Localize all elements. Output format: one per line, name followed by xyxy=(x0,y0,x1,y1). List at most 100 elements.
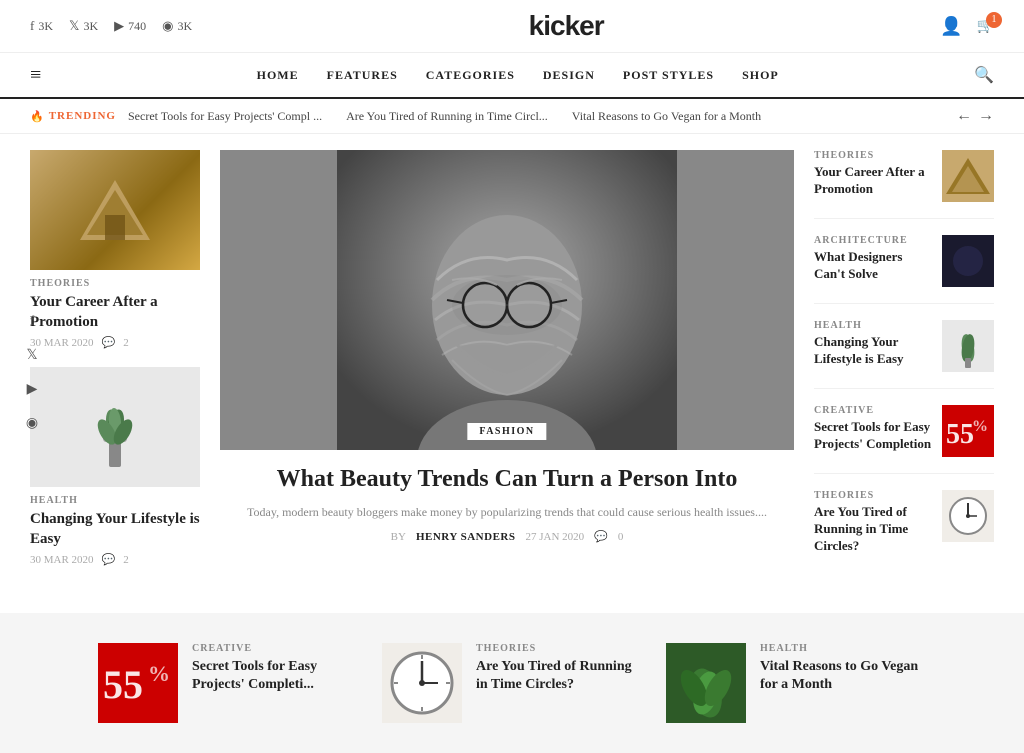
bottom-cards: 55 % CREATIVE Secret Tools for Easy Proj… xyxy=(30,643,994,723)
right-card-1-image xyxy=(942,150,994,202)
right-card-2-image xyxy=(942,235,994,287)
fire-icon: 🔥 xyxy=(30,110,45,123)
social-counts: f 3K 𝕏 3K ▶ 740 ◉ 3K xyxy=(30,18,192,34)
nav-design[interactable]: DESIGN xyxy=(543,68,595,83)
right-card-5-image xyxy=(942,490,994,542)
cart-count: 1 xyxy=(986,12,1002,28)
search-icon[interactable]: 🔍 xyxy=(974,65,994,85)
right-card-4-title[interactable]: Secret Tools for Easy Projects' Completi… xyxy=(814,419,932,453)
ticker-nav: ← → xyxy=(956,107,994,125)
youtube-count-value: 740 xyxy=(128,19,146,34)
right-card-3: HEALTH Changing Your Lifestyle is Easy xyxy=(814,320,994,389)
left-card-2-date: 30 MAR 2020 xyxy=(30,554,94,566)
right-card-1-title[interactable]: Your Career After a Promotion xyxy=(814,164,932,198)
hero-category-tag: FASHION xyxy=(467,423,546,440)
sidebar-instagram-icon[interactable]: ◉ xyxy=(20,412,44,436)
main-nav: ≡ HOME FEATURES CATEGORIES DESIGN POST S… xyxy=(0,53,1024,99)
facebook-count[interactable]: f 3K xyxy=(30,18,53,34)
sidebar-twitter-icon[interactable]: 𝕏 xyxy=(20,344,44,368)
menu-hamburger-icon[interactable]: ≡ xyxy=(30,64,41,87)
right-column: THEORIES Your Career After a Promotion A… xyxy=(814,150,994,587)
right-card-1-text: THEORIES Your Career After a Promotion xyxy=(814,150,932,198)
bottom-card-1-image: 55 % xyxy=(98,643,178,723)
main-content: THEORIES Your Career After a Promotion 3… xyxy=(0,134,1024,603)
bottom-section: 55 % CREATIVE Secret Tools for Easy Proj… xyxy=(0,613,1024,753)
youtube-icon: ▶ xyxy=(114,18,124,34)
hero-author[interactable]: HENRY SANDERS xyxy=(416,531,516,543)
hero-image: FASHION xyxy=(220,150,794,450)
instagram-count-value: 3K xyxy=(178,19,193,34)
bottom-card-3-category: HEALTH xyxy=(760,643,926,654)
right-card-5-title[interactable]: Are You Tired of Running in Time Circles… xyxy=(814,504,932,555)
right-card-4: CREATIVE Secret Tools for Easy Projects'… xyxy=(814,405,994,474)
cart-icon-wrapper[interactable]: 🛒 1 xyxy=(977,18,994,35)
right-card-3-image xyxy=(942,320,994,372)
hero-comments: 0 xyxy=(618,531,624,543)
comment-icon-2: 💬 xyxy=(102,553,116,566)
user-icon[interactable]: 👤 xyxy=(940,16,962,37)
right-card-5-text: THEORIES Are You Tired of Running in Tim… xyxy=(814,490,932,555)
svg-text:%: % xyxy=(972,418,988,435)
bottom-card-2-category: THEORIES xyxy=(476,643,642,654)
right-card-2-title[interactable]: What Designers Can't Solve xyxy=(814,249,932,283)
right-card-2: ARCHITECTURE What Designers Can't Solve xyxy=(814,235,994,304)
top-bar: f 3K 𝕏 3K ▶ 740 ◉ 3K kicker 👤 🛒 1 xyxy=(0,0,1024,53)
ticker-next-button[interactable]: → xyxy=(978,107,994,125)
trending-ticker: 🔥 TRENDING Secret Tools for Easy Project… xyxy=(0,99,1024,134)
nav-links: HOME FEATURES CATEGORIES DESIGN POST STY… xyxy=(61,68,974,83)
bottom-card-2-image xyxy=(382,643,462,723)
sidebar-facebook-icon[interactable]: f xyxy=(20,310,44,334)
hero-title[interactable]: What Beauty Trends Can Turn a Person Int… xyxy=(220,464,794,495)
bottom-card-3-image xyxy=(666,643,746,723)
ticker-item-2[interactable]: Are You Tired of Running in Time Circl..… xyxy=(346,109,548,124)
nav-categories[interactable]: CATEGORIES xyxy=(426,68,515,83)
svg-text:%: % xyxy=(148,661,170,686)
left-card-1-category: THEORIES xyxy=(30,278,200,289)
nav-post-styles[interactable]: POST STYLES xyxy=(623,68,714,83)
svg-text:55: 55 xyxy=(946,419,974,450)
ticker-label: 🔥 TRENDING xyxy=(30,110,116,123)
ticker-label-text: TRENDING xyxy=(49,110,116,122)
top-right-icons: 👤 🛒 1 xyxy=(940,16,994,37)
left-card-1-title[interactable]: Your Career After a Promotion xyxy=(30,293,200,332)
nav-features[interactable]: FEATURES xyxy=(327,68,398,83)
left-card-1-comments: 2 xyxy=(123,337,129,349)
right-card-5-category: THEORIES xyxy=(814,490,932,501)
bottom-card-2: THEORIES Are You Tired of Running in Tim… xyxy=(382,643,642,723)
left-card-1: THEORIES Your Career After a Promotion 3… xyxy=(30,150,200,349)
right-card-4-category: CREATIVE xyxy=(814,405,932,416)
left-card-1-image xyxy=(30,150,200,270)
bottom-card-1: 55 % CREATIVE Secret Tools for Easy Proj… xyxy=(98,643,358,723)
left-card-2-meta: 30 MAR 2020 💬 2 xyxy=(30,553,200,566)
hero-description: Today, modern beauty bloggers make money… xyxy=(220,503,794,522)
bottom-card-3-text: HEALTH Vital Reasons to Go Vegan for a M… xyxy=(760,643,926,694)
left-column: THEORIES Your Career After a Promotion 3… xyxy=(30,150,200,587)
ticker-item-3[interactable]: Vital Reasons to Go Vegan for a Month xyxy=(572,109,761,124)
site-logo[interactable]: kicker xyxy=(529,10,604,42)
instagram-count[interactable]: ◉ 3K xyxy=(162,18,192,34)
hero-meta: BY HENRY SANDERS 27 JAN 2020 💬 0 xyxy=(220,530,794,543)
social-sidebar: f 𝕏 ▶ ◉ xyxy=(20,310,44,436)
center-column: FASHION What Beauty Trends Can Turn a Pe… xyxy=(220,150,794,587)
twitter-count-value: 3K xyxy=(84,19,99,34)
bottom-card-3: HEALTH Vital Reasons to Go Vegan for a M… xyxy=(666,643,926,723)
nav-home[interactable]: HOME xyxy=(257,68,299,83)
left-card-2-title[interactable]: Changing Your Lifestyle is Easy xyxy=(30,510,200,549)
nav-shop[interactable]: SHOP xyxy=(742,68,779,83)
ticker-item-1[interactable]: Secret Tools for Easy Projects' Compl ..… xyxy=(128,109,322,124)
twitter-count[interactable]: 𝕏 3K xyxy=(69,18,98,34)
right-card-3-category: HEALTH xyxy=(814,320,932,331)
right-card-1: THEORIES Your Career After a Promotion xyxy=(814,150,994,219)
left-card-1-meta: 30 MAR 2020 💬 2 xyxy=(30,336,200,349)
right-card-3-text: HEALTH Changing Your Lifestyle is Easy xyxy=(814,320,932,368)
twitter-icon: 𝕏 xyxy=(69,18,79,34)
bottom-card-3-title[interactable]: Vital Reasons to Go Vegan for a Month xyxy=(760,658,926,694)
ticker-prev-button[interactable]: ← xyxy=(956,107,972,125)
left-card-2: HEALTH Changing Your Lifestyle is Easy 3… xyxy=(30,367,200,566)
right-card-3-title[interactable]: Changing Your Lifestyle is Easy xyxy=(814,334,932,368)
bottom-card-2-title[interactable]: Are You Tired of Running in Time Circles… xyxy=(476,658,642,694)
bottom-card-1-title[interactable]: Secret Tools for Easy Projects' Completi… xyxy=(192,658,358,694)
youtube-count[interactable]: ▶ 740 xyxy=(114,18,146,34)
bottom-card-1-text: CREATIVE Secret Tools for Easy Projects'… xyxy=(192,643,358,694)
sidebar-youtube-icon[interactable]: ▶ xyxy=(20,378,44,402)
